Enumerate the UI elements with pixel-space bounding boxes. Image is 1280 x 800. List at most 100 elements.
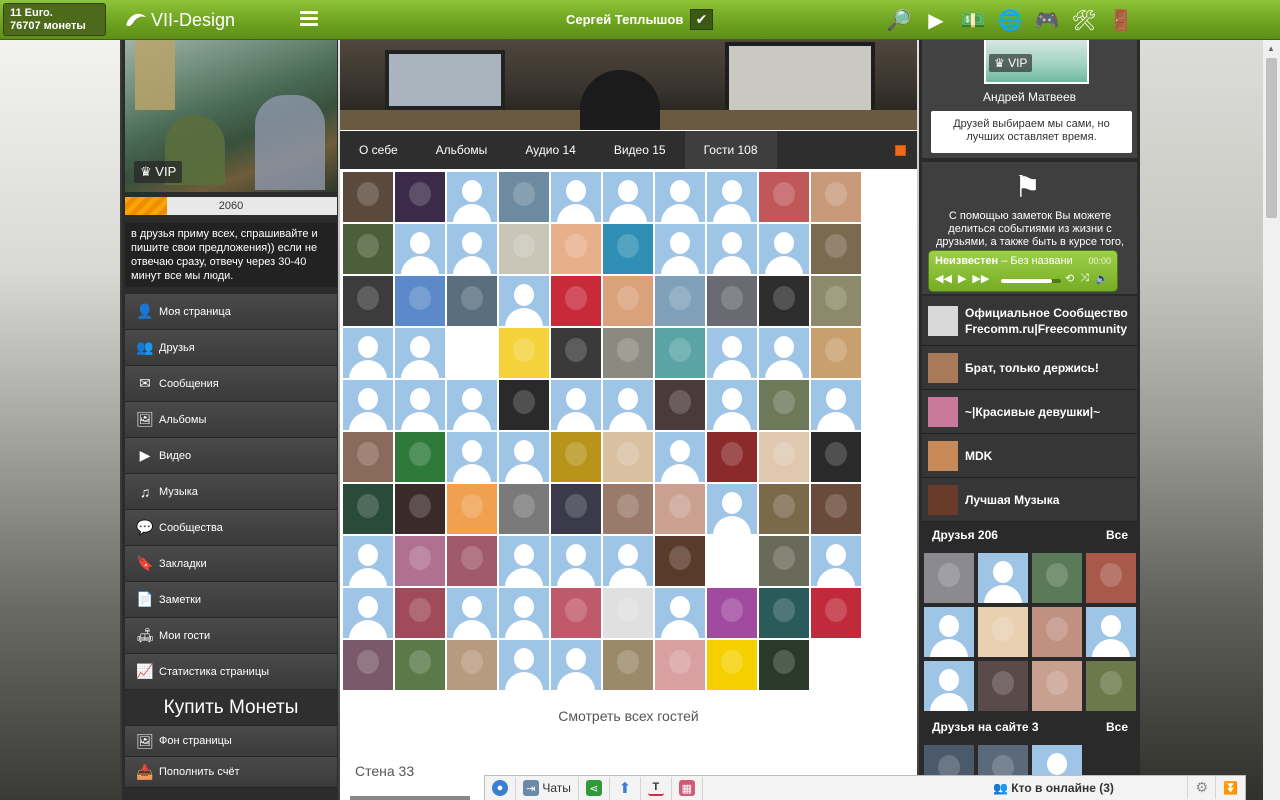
player-progress[interactable] [1001, 279, 1061, 283]
guest-avatar[interactable] [759, 588, 809, 638]
scrollbar-thumb[interactable] [1266, 58, 1277, 218]
guest-avatar[interactable] [343, 172, 393, 222]
guest-avatar[interactable] [603, 484, 653, 534]
group-frecomm[interactable]: Официальное Сообщество Frecomm.ru|Freeco… [922, 296, 1137, 346]
guest-avatar[interactable] [759, 172, 809, 222]
guest-avatar-default[interactable] [551, 172, 601, 222]
guest-avatar[interactable] [759, 640, 809, 690]
guest-avatar[interactable] [551, 432, 601, 482]
menu-friends[interactable]: 👥 Друзья [125, 330, 337, 366]
friend-avatar[interactable] [978, 607, 1028, 657]
repeat-icon[interactable]: ⟲ [1065, 272, 1074, 285]
featured-friend-name[interactable]: Андрей Матвеев [922, 90, 1137, 104]
guest-avatar-default[interactable] [447, 432, 497, 482]
guest-avatar-default[interactable] [655, 432, 705, 482]
who-online-button[interactable]: 👥 Кто в онлайне (3) [993, 776, 1114, 799]
guest-avatar-default[interactable] [499, 432, 549, 482]
group-music[interactable]: Лучшая Музыка [922, 478, 1137, 522]
guest-avatar[interactable] [499, 224, 549, 274]
guest-avatar-default[interactable] [551, 536, 601, 586]
friend-avatar[interactable] [1086, 607, 1136, 657]
guest-avatar-default[interactable] [499, 640, 549, 690]
guest-avatar[interactable] [395, 276, 445, 326]
logout-icon[interactable]: 🚪 [1106, 6, 1136, 34]
online-friends-label[interactable]: Друзья на сайте 3 [932, 720, 1039, 734]
guest-avatar[interactable] [447, 640, 497, 690]
friend-avatar[interactable] [924, 607, 974, 657]
guest-avatar-default[interactable] [343, 380, 393, 430]
tab-audio[interactable]: Аудио 14 [506, 131, 595, 169]
group-brat[interactable]: Брат, только держись! [922, 346, 1137, 390]
guest-avatar-default[interactable] [447, 588, 497, 638]
featured-friend-avatar[interactable]: ♛ VIP [984, 40, 1089, 84]
guest-avatar[interactable] [395, 484, 445, 534]
guest-avatar[interactable] [395, 172, 445, 222]
guest-avatar[interactable] [603, 328, 653, 378]
guest-avatar[interactable] [759, 536, 809, 586]
guest-avatar-default[interactable] [551, 640, 601, 690]
guest-avatar[interactable] [655, 640, 705, 690]
friend-avatar[interactable] [1086, 661, 1136, 711]
guest-avatar-default[interactable] [551, 380, 601, 430]
guest-avatar[interactable] [707, 432, 757, 482]
see-all-guests-link[interactable]: Смотреть всех гостей [340, 708, 917, 724]
guest-avatar-default[interactable] [707, 380, 757, 430]
play-icon[interactable]: ▶ [921, 6, 951, 34]
globe-icon[interactable]: 🌐 [995, 6, 1025, 34]
menu-bookmarks[interactable]: 🔖 Закладки [125, 546, 337, 582]
text-button[interactable]: T [641, 776, 672, 800]
guest-avatar[interactable] [499, 484, 549, 534]
friend-avatar[interactable] [1032, 661, 1082, 711]
guest-avatar-default[interactable] [655, 172, 705, 222]
tab-guests[interactable]: Гости 108 [684, 131, 777, 169]
scroll-up-icon[interactable]: ▲ [1267, 44, 1275, 53]
guest-avatar-default[interactable] [759, 328, 809, 378]
guest-avatar[interactable] [395, 432, 445, 482]
friend-avatar[interactable] [1032, 607, 1082, 657]
guest-avatar[interactable] [395, 536, 445, 586]
guest-avatar-default[interactable] [499, 276, 549, 326]
menu-music[interactable]: ♫ Музыка [125, 474, 337, 510]
guest-avatar-default[interactable] [707, 328, 757, 378]
guest-avatar[interactable] [603, 276, 653, 326]
menu-messages[interactable]: ✉ Сообщения [125, 366, 337, 402]
guest-avatar[interactable] [499, 328, 549, 378]
guest-avatar[interactable] [655, 328, 705, 378]
guest-avatar[interactable] [447, 536, 497, 586]
guest-avatar[interactable] [707, 640, 757, 690]
guest-avatar-default[interactable] [811, 380, 861, 430]
guest-avatar-default[interactable] [395, 380, 445, 430]
guest-avatar[interactable] [811, 328, 861, 378]
tab-video[interactable]: Видео 15 [595, 131, 685, 169]
menu-notes[interactable]: 📄 Заметки [125, 582, 337, 618]
tab-about[interactable]: О себе [340, 131, 417, 169]
search-icon[interactable]: 🔎 [884, 6, 914, 34]
collapse-button[interactable]: ⏬ [1216, 776, 1245, 799]
wallet-icon[interactable]: 💵 [958, 6, 988, 34]
guest-avatar[interactable] [343, 640, 393, 690]
guest-avatar-default[interactable] [395, 328, 445, 378]
upload-button[interactable]: ⬆ [610, 776, 641, 800]
gamepad-icon[interactable]: 🎮 [1032, 6, 1062, 34]
guest-avatar[interactable] [811, 172, 861, 222]
guest-avatar-default[interactable] [707, 484, 757, 534]
guest-avatar-default[interactable] [343, 328, 393, 378]
guest-avatar-default[interactable] [603, 536, 653, 586]
guest-avatar[interactable] [759, 484, 809, 534]
guest-avatar[interactable] [655, 484, 705, 534]
guest-avatar[interactable] [603, 588, 653, 638]
guest-avatar[interactable] [395, 588, 445, 638]
guest-avatar-default[interactable] [603, 172, 653, 222]
guest-avatar-default[interactable] [811, 536, 861, 586]
guest-avatar[interactable] [759, 380, 809, 430]
guest-avatar[interactable] [343, 484, 393, 534]
verified-check-icon[interactable]: ✔ [690, 9, 713, 30]
guest-avatar-default[interactable] [655, 224, 705, 274]
guest-avatar-default[interactable] [655, 588, 705, 638]
guest-avatar[interactable] [499, 380, 549, 430]
guest-avatar[interactable] [811, 484, 861, 534]
settings-button[interactable]: ⚙ [1187, 776, 1217, 799]
group-mdk[interactable]: MDK [922, 434, 1137, 478]
guest-avatar-default[interactable] [343, 536, 393, 586]
play-icon[interactable]: ▶ [958, 272, 966, 285]
